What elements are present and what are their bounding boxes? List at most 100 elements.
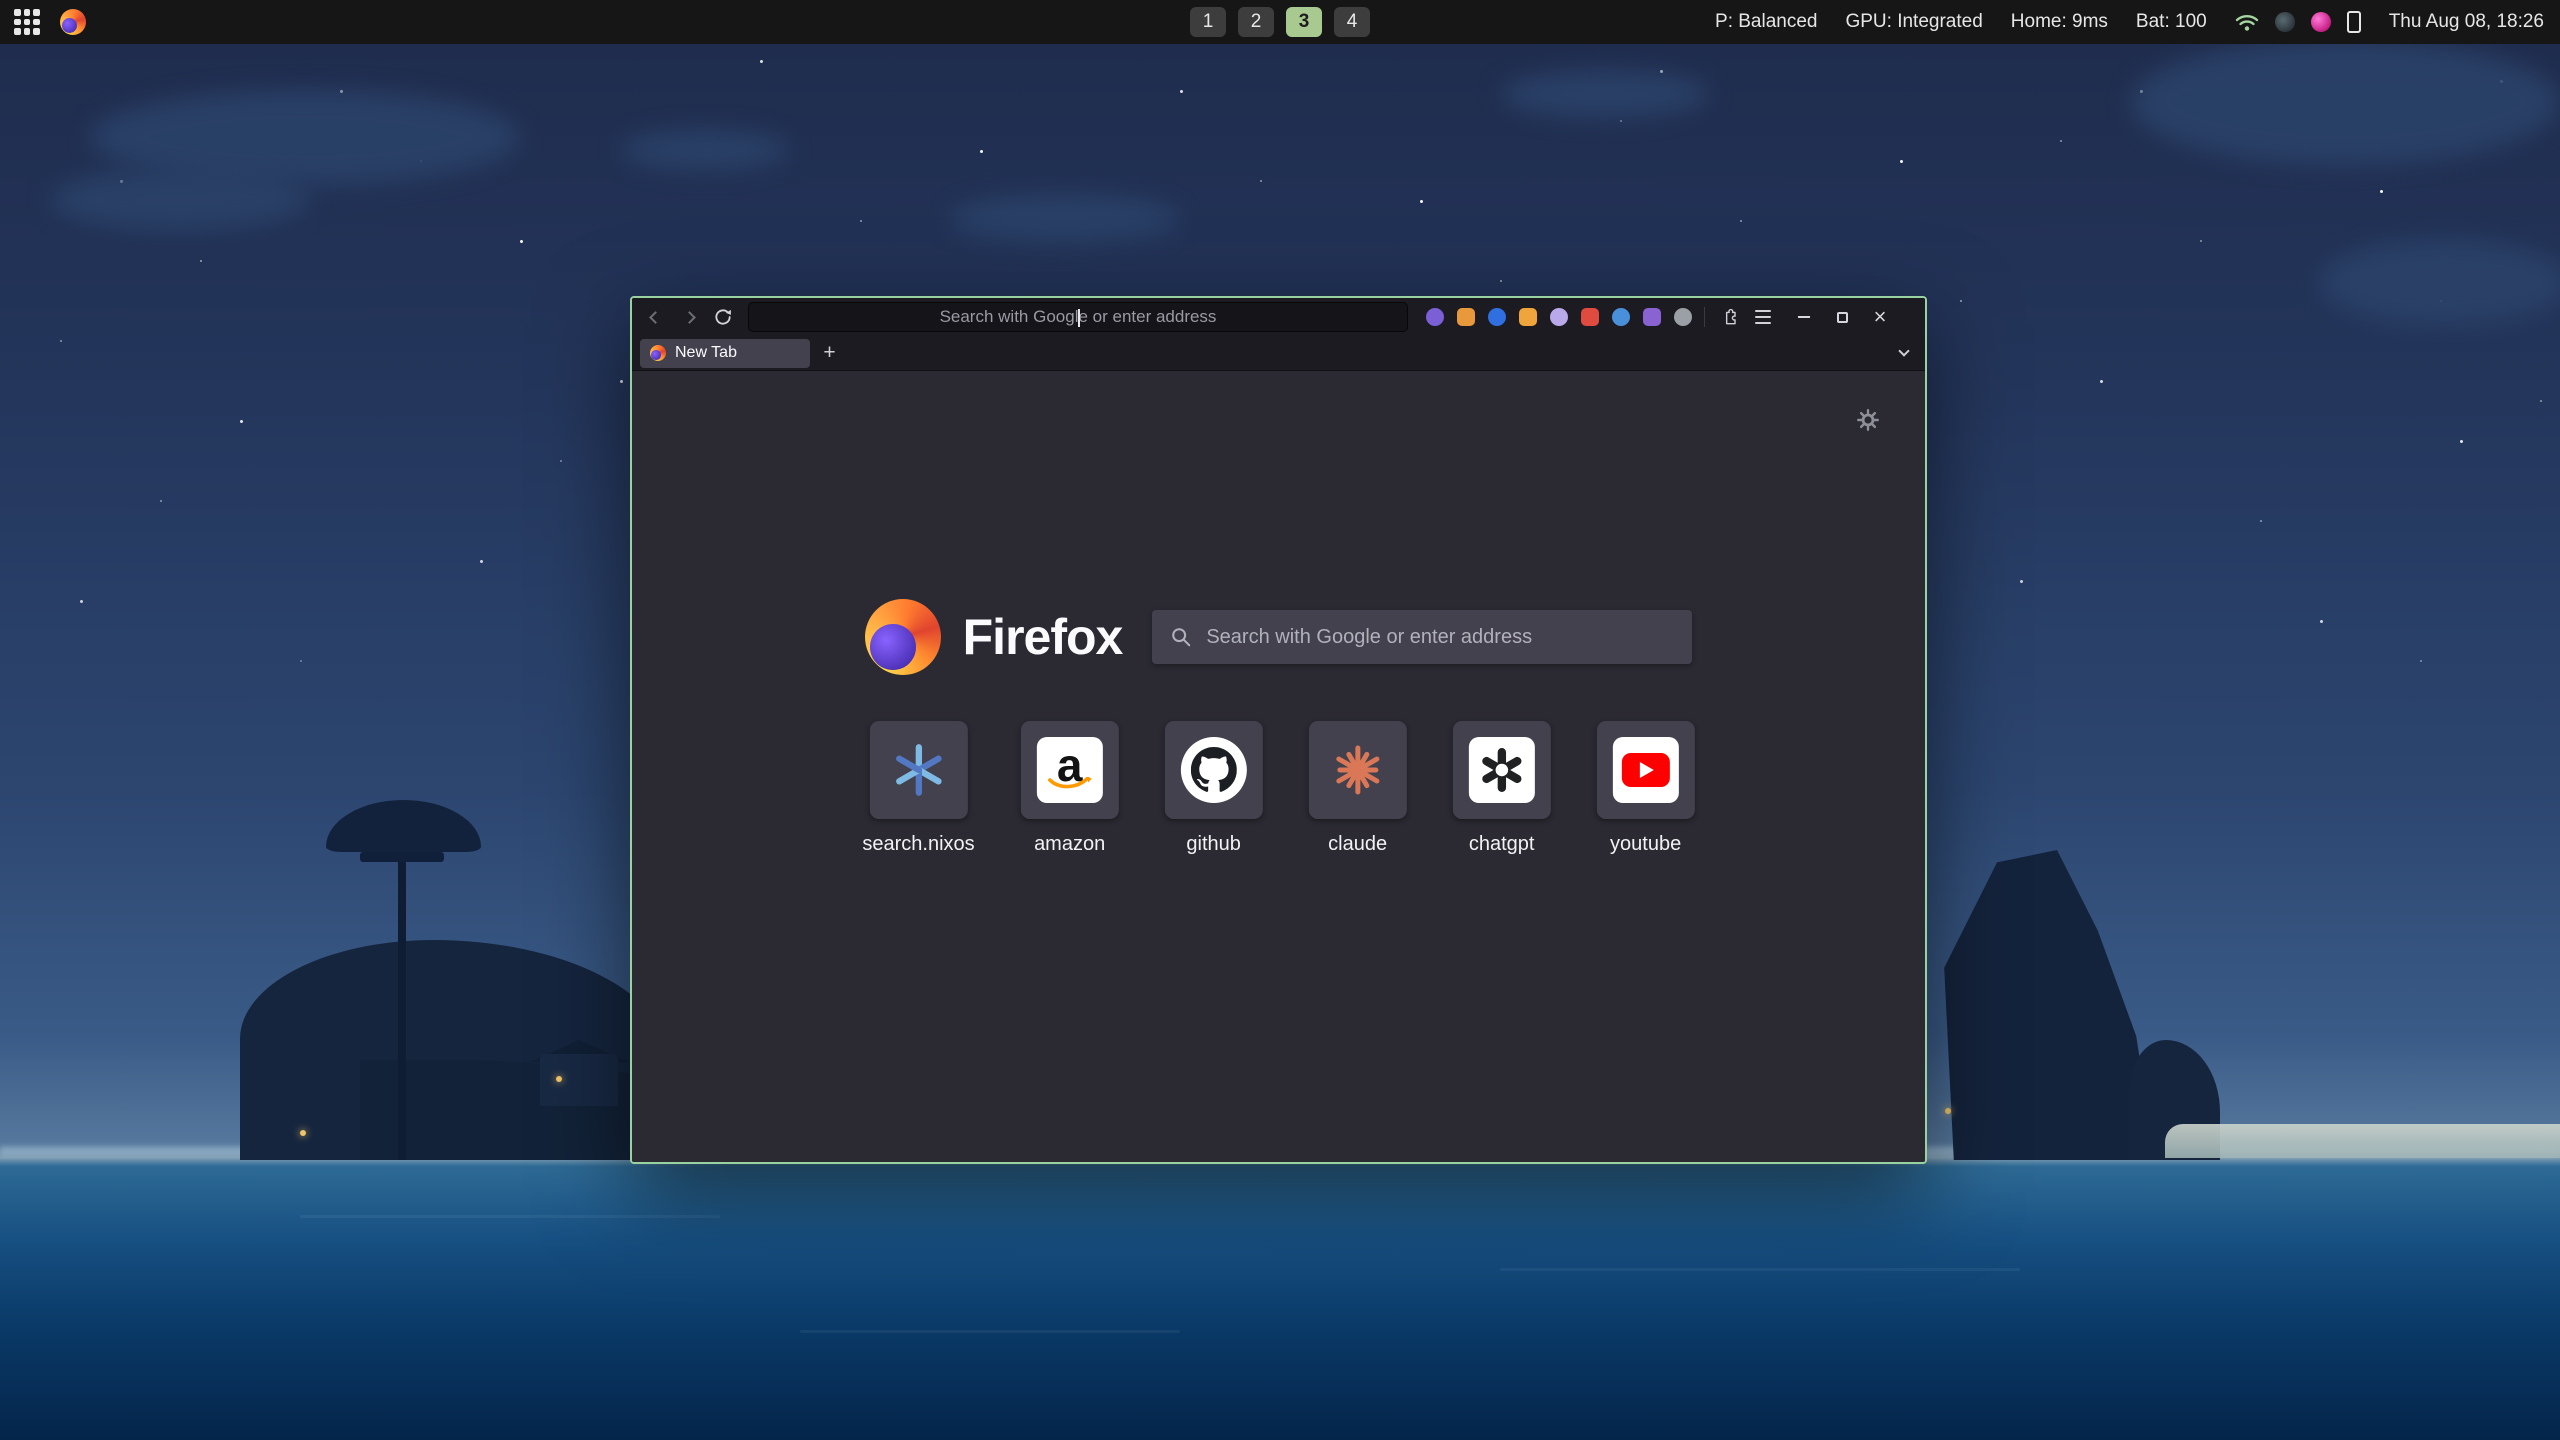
cloud	[620, 130, 790, 170]
shortcut-label: github	[1186, 833, 1241, 856]
app-launcher-icon[interactable]	[14, 9, 40, 35]
extension-icon[interactable]	[1612, 308, 1630, 326]
github-icon	[1181, 737, 1247, 803]
chevron-left-icon	[649, 311, 662, 324]
home-ping-status: Home: 9ms	[2011, 11, 2108, 33]
shortcut-claude[interactable]: claude	[1309, 721, 1407, 856]
tray-icon-dark[interactable]	[2275, 12, 2295, 32]
shortcut-tile	[1453, 721, 1551, 819]
nixos-snowflake-icon	[890, 741, 948, 799]
shortcut-search-nixos[interactable]: search.nixos	[862, 721, 974, 856]
newtab-search-input[interactable]	[1206, 626, 1674, 649]
tab-new-tab[interactable]: New Tab	[640, 339, 810, 368]
gpu-status: GPU: Integrated	[1845, 11, 1982, 33]
firefox-wordmark: Firefox	[963, 608, 1123, 666]
claude-starburst-icon	[1330, 742, 1386, 798]
openai-knot-icon	[1479, 747, 1525, 793]
firefox-tab-icon	[650, 345, 666, 361]
extensions-button[interactable]	[1717, 304, 1743, 330]
cloud	[2320, 240, 2560, 325]
shortcut-label: youtube	[1610, 833, 1681, 856]
newtab-hero: Firefox	[632, 599, 1925, 675]
clock: Thu Aug 08, 18:26	[2389, 11, 2544, 33]
play-triangle	[1640, 762, 1654, 778]
back-button[interactable]	[642, 304, 668, 330]
youtube-play-icon	[1622, 753, 1670, 787]
tray-icon-pink[interactable]	[2311, 12, 2331, 32]
workspace-button-3-active[interactable]: 3	[1286, 7, 1322, 37]
sea-streak	[300, 1215, 720, 1218]
workspace-button-2[interactable]: 2	[1238, 7, 1274, 37]
tab-bar: New Tab +	[632, 336, 1925, 371]
watchtower-pole	[398, 820, 406, 1160]
beach	[2165, 1124, 2560, 1158]
sea-streak	[1500, 1268, 2020, 1271]
new-tab-button[interactable]: +	[816, 340, 843, 367]
workspace-button-4[interactable]: 4	[1334, 7, 1370, 37]
forward-button[interactable]	[676, 304, 702, 330]
cliff	[1925, 850, 2165, 1160]
minimize-button[interactable]	[1793, 306, 1815, 328]
top-bar-right: P: Balanced GPU: Integrated Home: 9ms Ba…	[1715, 11, 2560, 33]
personalize-button[interactable]	[1855, 407, 1881, 438]
search-icon	[1170, 626, 1192, 648]
reload-icon	[713, 307, 733, 327]
tab-title: New Tab	[675, 344, 737, 362]
shortcut-label: amazon	[1034, 833, 1105, 856]
phone-device-icon[interactable]	[2347, 11, 2361, 33]
workspace-switcher: 1 2 3 4	[1190, 0, 1370, 44]
battery-status: Bat: 100	[2136, 11, 2207, 33]
shortcut-chatgpt[interactable]: chatgpt	[1453, 721, 1551, 856]
extension-icon[interactable]	[1519, 308, 1537, 326]
window-controls: ×	[1793, 306, 1891, 328]
youtube-icon	[1613, 737, 1679, 803]
reload-button[interactable]	[710, 304, 736, 330]
workspace-button-1[interactable]: 1	[1190, 7, 1226, 37]
shortcut-github[interactable]: github	[1165, 721, 1263, 856]
firefox-launcher-icon[interactable]	[60, 9, 86, 35]
menu-button[interactable]	[1751, 306, 1775, 328]
browser-toolbar: ×	[632, 298, 1925, 336]
shortcut-amazon[interactable]: a amazon	[1021, 721, 1119, 856]
newtab-search-bar[interactable]	[1152, 610, 1692, 664]
extension-icon[interactable]	[1674, 308, 1692, 326]
extension-icon[interactable]	[1426, 308, 1444, 326]
chevron-right-icon	[683, 311, 696, 324]
shore-light	[300, 1130, 306, 1136]
gear-icon	[1855, 407, 1881, 433]
extension-icon[interactable]	[1550, 308, 1568, 326]
shortcut-tile	[1165, 721, 1263, 819]
url-bar[interactable]	[748, 302, 1408, 332]
shortcut-label: chatgpt	[1469, 833, 1535, 856]
hut	[540, 1054, 618, 1106]
firefox-logo	[865, 599, 941, 675]
chatgpt-icon	[1469, 737, 1535, 803]
puzzle-icon	[1720, 307, 1740, 327]
top-bar-left	[0, 9, 86, 35]
extension-icon[interactable]	[1457, 308, 1475, 326]
maximize-button[interactable]	[1831, 306, 1853, 328]
cloud	[1500, 70, 1710, 118]
wifi-icon[interactable]	[2235, 12, 2259, 32]
shortcut-tile	[870, 721, 968, 819]
extension-icon[interactable]	[1581, 308, 1599, 326]
shortcut-youtube[interactable]: youtube	[1597, 721, 1695, 856]
watchtower-canopy	[326, 800, 481, 852]
shortcut-tile: a	[1021, 721, 1119, 819]
github-octocat-icon	[1191, 747, 1237, 793]
close-button[interactable]: ×	[1869, 306, 1891, 328]
extension-icon[interactable]	[1488, 308, 1506, 326]
cloud	[2130, 40, 2560, 165]
extensions-row	[1426, 308, 1692, 326]
cliff-light	[1945, 1108, 1951, 1114]
cloud	[50, 170, 310, 230]
shortcuts-row: search.nixos a amazon	[862, 721, 1694, 856]
shortcut-label: claude	[1328, 833, 1387, 856]
desktop: { "topbar": { "workspaces": { "items": […	[0, 0, 2560, 1440]
power-profile-status: P: Balanced	[1715, 11, 1817, 33]
shortcut-tile	[1597, 721, 1695, 819]
list-all-tabs-button[interactable]	[1891, 340, 1917, 366]
extension-icon[interactable]	[1643, 308, 1661, 326]
shortcut-label: search.nixos	[862, 833, 974, 856]
system-tray	[2235, 11, 2361, 33]
